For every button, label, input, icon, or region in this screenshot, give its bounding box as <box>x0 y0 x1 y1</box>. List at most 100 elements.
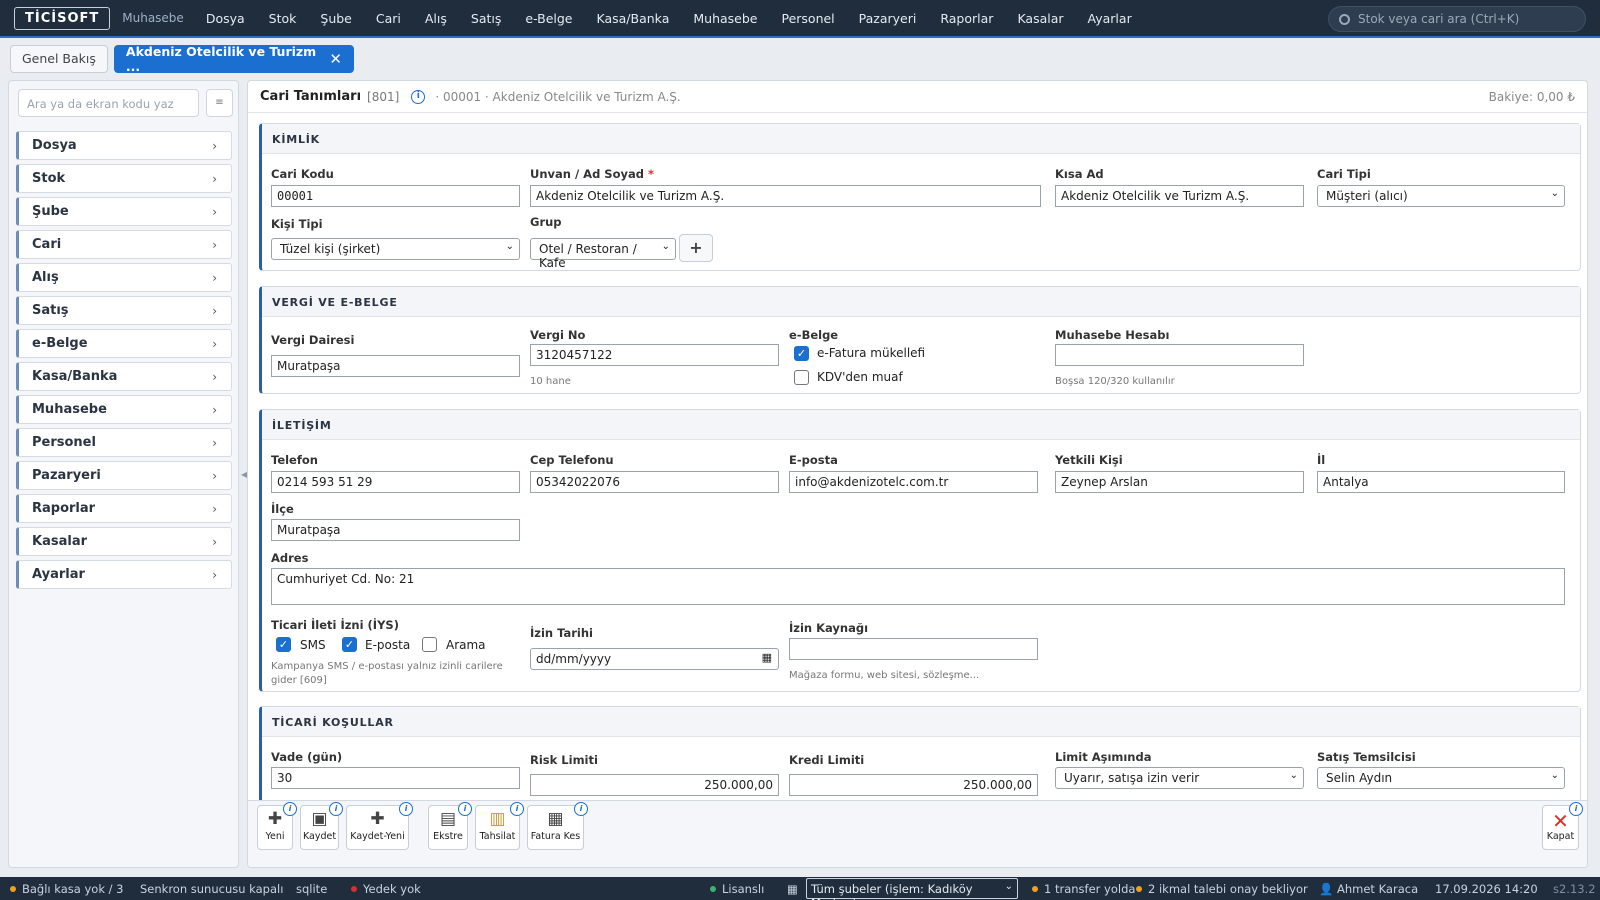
efatura-checkbox[interactable]: ✓ <box>794 346 809 361</box>
eposta-izin-checkbox[interactable]: ✓ <box>342 637 357 652</box>
info-icon[interactable]: i <box>411 89 426 104</box>
new-button[interactable]: ✚ Yeni i <box>257 802 297 850</box>
telefon-input[interactable]: 0214 593 51 29 <box>271 471 520 493</box>
limit-asiminda-select[interactable]: Uyarır, satışa izin verir ⌄ <box>1055 767 1304 789</box>
kasa-status-text: Bağlı kasa yok / 3 <box>22 882 124 896</box>
vergi-dairesi-label: Vergi Dairesi <box>271 333 355 347</box>
menu-stok[interactable]: Stok <box>269 11 297 26</box>
tab-cari-akdeniz[interactable]: Akdeniz Otelcilik ve Turizm ... ✕ <box>113 44 354 74</box>
add-group-button[interactable]: + <box>679 234 713 262</box>
branch-select[interactable]: Tüm şubeler (işlem: Kadıköy Merkez) ⌄ <box>806 878 1018 900</box>
satis-temsilcisi-select[interactable]: Selin Aydın ⌄ <box>1317 767 1565 789</box>
app-logo[interactable]: TİCİSOFT <box>14 6 111 30</box>
menu-muhasebe[interactable]: Muhasebe <box>693 11 757 26</box>
ikmal-status[interactable]: 2 ikmal talebi onay bekliyor <box>1136 882 1308 896</box>
global-search-input[interactable]: Stok veya cari ara (Ctrl+K) <box>1328 6 1586 32</box>
menu-alis[interactable]: Alış <box>425 11 447 26</box>
calendar-icon[interactable]: ▦ <box>762 651 772 664</box>
transfer-status[interactable]: 1 transfer yolda <box>1032 882 1135 896</box>
menu-ayarlar[interactable]: Ayarlar <box>1088 11 1132 26</box>
adres-label: Adres <box>271 551 309 565</box>
chevron-right-icon: › <box>212 567 217 582</box>
cep-input[interactable]: 05342022076 <box>530 471 779 493</box>
kisa-ad-input[interactable]: Akdeniz Otelcilik ve Turizm A.Ş. <box>1055 185 1304 207</box>
menu-icon[interactable]: ≡ <box>206 89 233 117</box>
menu-kasa-banka[interactable]: Kasa/Banka <box>597 11 670 26</box>
kisi-tipi-select[interactable]: Tüzel kişi (şirket) ⌄ <box>271 238 520 260</box>
telefon-label: Telefon <box>271 453 318 467</box>
vade-input[interactable]: 30 <box>271 767 520 789</box>
sidebar-item-cari[interactable]: Cari › <box>16 230 232 259</box>
sidebar-item-alis[interactable]: Alış › <box>16 263 232 292</box>
save-button[interactable]: ▣ Kaydet i <box>300 802 343 850</box>
info-icon[interactable]: i <box>574 802 588 816</box>
izin-kaynagi-input[interactable] <box>789 638 1038 660</box>
menu-raporlar[interactable]: Raporlar <box>940 11 993 26</box>
section-vergi: VERGİ VE E-BELGE Vergi Dairesi Muratpaşa… <box>259 286 1581 394</box>
sms-checkbox[interactable]: ✓ <box>276 637 291 652</box>
close-icon[interactable]: ✕ <box>329 50 342 68</box>
vergi-dairesi-input[interactable]: Muratpaşa <box>271 355 520 377</box>
cari-tipi-value: Müşteri (alıcı) <box>1326 189 1408 203</box>
sidebar-item-kasalar[interactable]: Kasalar › <box>16 527 232 556</box>
menu-sube[interactable]: Şube <box>320 11 351 26</box>
cari-tipi-select[interactable]: Müşteri (alıcı) ⌄ <box>1317 185 1565 207</box>
menu-dosya[interactable]: Dosya <box>206 11 245 26</box>
cari-tipi-label: Cari Tipi <box>1317 167 1371 181</box>
save-new-button[interactable]: ✚ Kaydet-Yeni i <box>346 802 413 850</box>
kdv-muaf-label: KDV'den muaf <box>817 370 903 384</box>
sidebar-item-dosya[interactable]: Dosya › <box>16 131 232 160</box>
eposta-input[interactable]: info@akdenizotelc.com.tr <box>789 471 1038 493</box>
arama-checkbox[interactable] <box>422 637 437 652</box>
menu-ebelge[interactable]: e-Belge <box>525 11 572 26</box>
sidebar-item-stok[interactable]: Stok › <box>16 164 232 193</box>
chevron-down-icon: ⌄ <box>505 241 514 252</box>
adres-textarea[interactable]: Cumhuriyet Cd. No: 21 <box>271 568 1565 605</box>
cari-kodu-input[interactable]: 00001 <box>271 185 520 207</box>
info-icon[interactable]: i <box>329 802 343 816</box>
muhasebe-hesabi-input[interactable] <box>1055 344 1304 366</box>
limit-asiminda-value: Uyarır, satışa izin verir <box>1064 771 1200 785</box>
sidebar-item-ayarlar[interactable]: Ayarlar › <box>16 560 232 589</box>
vergi-no-input[interactable]: 3120457122 <box>530 344 779 366</box>
menu-satis[interactable]: Satış <box>471 11 501 26</box>
statement-button[interactable]: ▤ Ekstre i <box>428 802 472 850</box>
create-invoice-button[interactable]: ▦ Fatura Kes i <box>527 802 588 850</box>
chevron-down-icon: ⌄ <box>661 241 670 252</box>
sidebar-item-muhasebe[interactable]: Muhasebe › <box>16 395 232 424</box>
sidebar: Ara ya da ekran kodu yaz ≡ Dosya › Stok › … <box>8 80 239 868</box>
chevron-right-icon: › <box>212 336 217 351</box>
sidebar-search-input[interactable]: Ara ya da ekran kodu yaz <box>18 89 199 117</box>
menu-kasalar[interactable]: Kasalar <box>1017 11 1063 26</box>
risk-limiti-input[interactable]: 250.000,00 <box>530 774 779 796</box>
ilce-input[interactable]: Muratpaşa <box>271 519 520 541</box>
tab-genel-bakis[interactable]: Genel Bakış <box>10 44 108 73</box>
info-icon[interactable]: i <box>458 802 472 816</box>
user-status[interactable]: 👤 Ahmet Karaca <box>1319 882 1418 896</box>
info-icon[interactable]: i <box>510 802 524 816</box>
grup-select[interactable]: Otel / Restoran / Kafe ⌄ <box>530 238 676 270</box>
menu-personel[interactable]: Personel <box>781 11 834 26</box>
collection-button[interactable]: ▥ Tahsilat i <box>475 802 524 850</box>
kredi-limiti-input[interactable]: 250.000,00 <box>789 774 1038 796</box>
sidebar-item-kasa-banka[interactable]: Kasa/Banka › <box>16 362 232 391</box>
sidebar-item-satis[interactable]: Satış › <box>16 296 232 325</box>
il-input[interactable]: Antalya <box>1317 471 1565 493</box>
close-button[interactable]: ✕ Kapat i <box>1542 802 1583 850</box>
menu-pazaryeri[interactable]: Pazaryeri <box>859 11 917 26</box>
sidebar-item-personel[interactable]: Personel › <box>16 428 232 457</box>
izin-tarihi-input[interactable]: dd/mm/yyyy ▦ <box>530 648 779 670</box>
unvan-input[interactable]: Akdeniz Otelcilik ve Turizm A.Ş. <box>530 185 1041 207</box>
sidebar-item-ebelge[interactable]: e-Belge › <box>16 329 232 358</box>
kdv-muaf-checkbox[interactable] <box>794 370 809 385</box>
info-icon[interactable]: i <box>399 802 413 816</box>
search-icon <box>1339 13 1350 25</box>
sidebar-item-pazaryeri[interactable]: Pazaryeri › <box>16 461 232 490</box>
sidebar-item-sube[interactable]: Şube › <box>16 197 232 226</box>
info-icon[interactable]: i <box>1569 802 1583 816</box>
info-icon[interactable]: i <box>283 802 297 816</box>
yetkili-input[interactable]: Zeynep Arslan <box>1055 471 1304 493</box>
sidebar-item-label: Personel <box>32 435 96 450</box>
sidebar-item-raporlar[interactable]: Raporlar › <box>16 494 232 523</box>
menu-cari[interactable]: Cari <box>376 11 401 26</box>
